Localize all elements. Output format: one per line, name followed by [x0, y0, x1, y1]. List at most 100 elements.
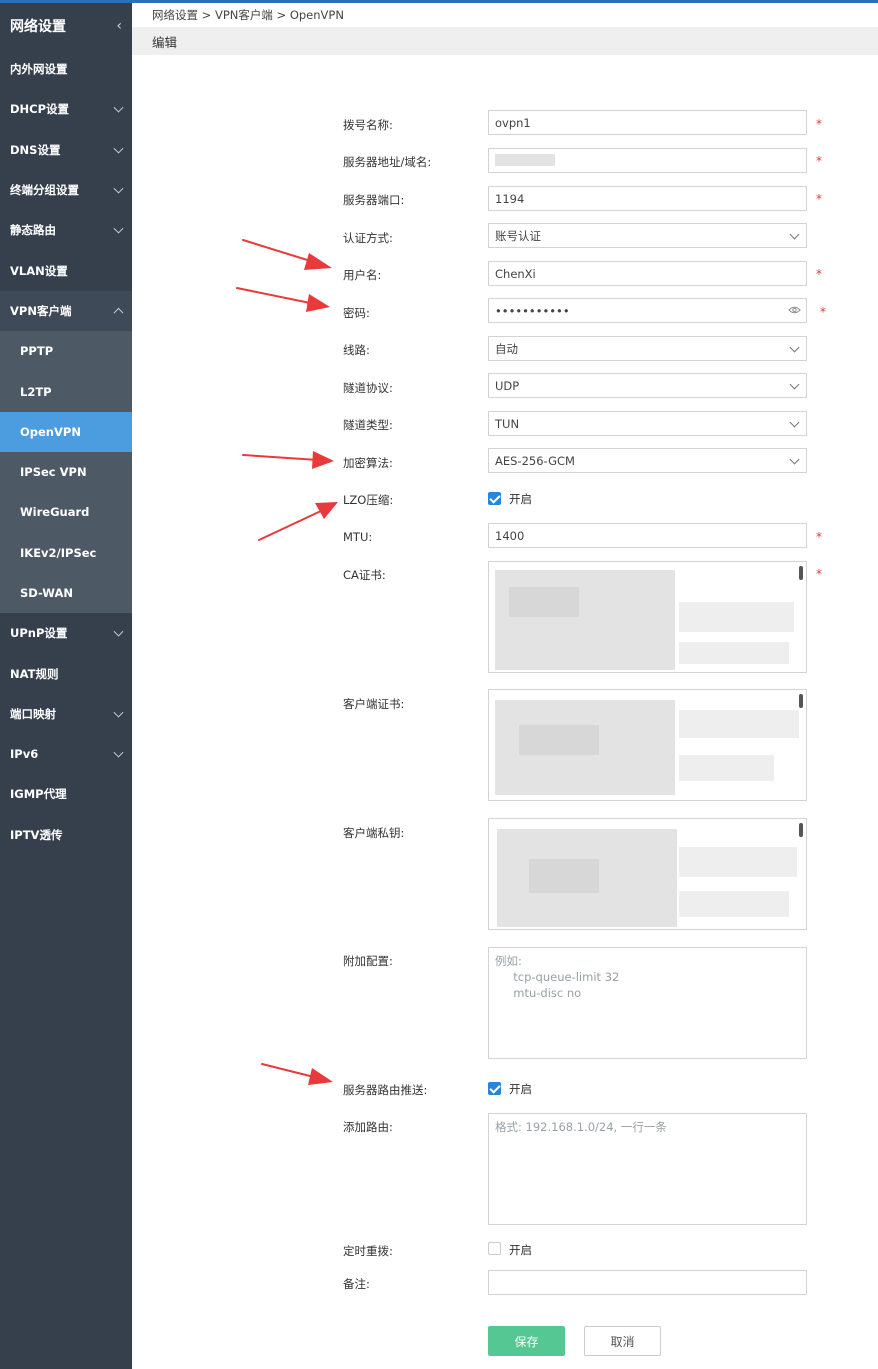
- sidebar-item-dhcp[interactable]: DHCP设置: [0, 89, 132, 129]
- remark-input[interactable]: [488, 1270, 807, 1295]
- password-value: •••••••••••: [495, 303, 570, 318]
- save-button[interactable]: 保存: [488, 1326, 565, 1356]
- redacted-blur: [679, 891, 789, 917]
- sidebar-item-nat[interactable]: NAT规则: [0, 653, 132, 693]
- extra-config-textarea[interactable]: 例如: tcp-queue-limit 32 mtu-disc no: [488, 947, 807, 1059]
- line-select[interactable]: 自动: [488, 336, 807, 361]
- redacted-blur: [519, 725, 599, 755]
- scrollbar[interactable]: [799, 566, 803, 580]
- sidebar-item-label: L2TP: [20, 384, 52, 399]
- sidebar-item-vpn-client[interactable]: VPN客户端: [0, 290, 132, 332]
- redacted-blur: [679, 755, 774, 781]
- chevron-down-icon: [113, 143, 124, 154]
- sidebar-item-label: OpenVPN: [20, 424, 81, 439]
- server-address-label: 服务器地址/域名:: [343, 155, 432, 169]
- lzo-checkbox[interactable]: [488, 492, 501, 505]
- sidebar-item-iptv[interactable]: IPTV透传: [0, 815, 132, 855]
- cipher-label: 加密算法:: [343, 456, 393, 470]
- password-label: 密码:: [343, 306, 370, 320]
- sidebar-item-pptp[interactable]: PPTP: [0, 331, 132, 371]
- redacted-blur: [679, 642, 789, 664]
- sidebar-header[interactable]: 网络设置 ‹: [0, 3, 132, 49]
- scrollbar[interactable]: [799, 694, 803, 708]
- chevron-down-icon: [789, 342, 800, 353]
- password-input[interactable]: •••••••••••: [488, 298, 807, 323]
- chevron-down-icon: [789, 379, 800, 390]
- sidebar-item-label: DHCP设置: [10, 102, 70, 117]
- sidebar-item-label: IGMP代理: [10, 787, 67, 802]
- breadcrumb-separator: >: [198, 8, 215, 22]
- redacted-blur: [679, 710, 799, 738]
- collapse-icon[interactable]: ‹: [116, 18, 122, 34]
- breadcrumb-item[interactable]: 网络设置: [152, 7, 198, 23]
- sidebar-item-lan-wan[interactable]: 内外网设置: [0, 49, 132, 89]
- sidebar-title: 网络设置: [10, 19, 66, 35]
- client-cert-label: 客户端证书:: [343, 697, 405, 711]
- server-address-input[interactable]: [488, 148, 807, 173]
- tunnel-protocol-select[interactable]: UDP: [488, 373, 807, 398]
- server-port-input[interactable]: 1194: [488, 186, 807, 211]
- sidebar-item-terminal-group[interactable]: 终端分组设置: [0, 170, 132, 210]
- sidebar-item-label: PPTP: [20, 344, 54, 359]
- redacted-blur: [495, 154, 555, 166]
- sidebar-item-label: 端口映射: [10, 706, 56, 721]
- sidebar-item-label: 内外网设置: [10, 62, 68, 77]
- sidebar-item-openvpn[interactable]: OpenVPN: [0, 411, 132, 452]
- sidebar-item-ipsec-vpn[interactable]: IPSec VPN: [0, 452, 132, 492]
- client-key-textarea[interactable]: [488, 818, 807, 930]
- required-mark: *: [816, 530, 822, 544]
- required-mark: *: [816, 567, 822, 581]
- sidebar-item-igmp[interactable]: IGMP代理: [0, 774, 132, 814]
- chevron-down-icon: [113, 183, 124, 194]
- route-push-checkbox[interactable]: [488, 1082, 501, 1095]
- chevron-down-icon: [789, 417, 800, 428]
- client-cert-textarea[interactable]: [488, 689, 807, 801]
- redacted-blur: [679, 847, 797, 877]
- username-input[interactable]: ChenXi: [488, 261, 807, 286]
- breadcrumb-item[interactable]: VPN客户端: [215, 7, 273, 23]
- sidebar-item-label: WireGuard: [20, 505, 90, 520]
- sidebar-item-label: IPTV透传: [10, 827, 63, 842]
- remark-label: 备注:: [343, 1277, 370, 1291]
- sidebar-item-vlan[interactable]: VLAN设置: [0, 250, 132, 290]
- sidebar-item-upnp[interactable]: UPnP设置: [0, 613, 132, 653]
- tunnel-protocol-label: 隧道协议:: [343, 381, 393, 395]
- redacted-blur: [495, 570, 675, 670]
- sidebar-item-label: IPv6: [10, 747, 39, 762]
- sidebar-item-port-mapping[interactable]: 端口映射: [0, 694, 132, 734]
- sidebar-item-label: 静态路由: [10, 223, 56, 238]
- sidebar-item-dns[interactable]: DNS设置: [0, 130, 132, 170]
- tunnel-type-select[interactable]: TUN: [488, 411, 807, 436]
- sidebar-item-label: IKEv2/IPSec: [20, 545, 97, 560]
- mtu-input[interactable]: 1400: [488, 523, 807, 548]
- sidebar-item-l2tp[interactable]: L2TP: [0, 371, 132, 411]
- redial-checkbox-label[interactable]: 开启: [509, 1242, 532, 1258]
- chevron-down-icon: [113, 707, 124, 718]
- redial-label: 定时重拨:: [343, 1244, 393, 1258]
- sidebar-item-wireguard[interactable]: WireGuard: [0, 492, 132, 532]
- breadcrumb: 网络设置 > VPN客户端 > OpenVPN: [132, 3, 878, 27]
- dial-name-input[interactable]: ovpn1: [488, 110, 807, 135]
- tunnel-protocol-value: UDP: [495, 378, 520, 393]
- sidebar-item-sd-wan[interactable]: SD-WAN: [0, 573, 132, 613]
- route-push-checkbox-label[interactable]: 开启: [509, 1081, 532, 1097]
- sidebar-item-label: SD-WAN: [20, 586, 73, 600]
- ca-cert-textarea[interactable]: [488, 561, 807, 673]
- lzo-label: LZO压缩:: [343, 493, 394, 507]
- auth-method-select[interactable]: 账号认证: [488, 223, 807, 248]
- add-route-label: 添加路由:: [343, 1120, 393, 1134]
- redial-checkbox[interactable]: [488, 1242, 501, 1255]
- line-value: 自动: [495, 341, 518, 356]
- sidebar-item-static-route[interactable]: 静态路由: [0, 210, 132, 250]
- lzo-checkbox-label[interactable]: 开启: [509, 491, 532, 507]
- line-label: 线路:: [343, 343, 370, 357]
- eye-icon[interactable]: [788, 305, 801, 315]
- add-route-textarea[interactable]: 格式: 192.168.1.0/24, 一行一条: [488, 1113, 807, 1225]
- required-mark: *: [816, 192, 822, 206]
- scrollbar[interactable]: [799, 823, 803, 837]
- sidebar-item-ikev2[interactable]: IKEv2/IPSec: [0, 533, 132, 573]
- cipher-select[interactable]: AES-256-GCM: [488, 448, 807, 473]
- cancel-button[interactable]: 取消: [584, 1326, 661, 1356]
- required-mark: *: [816, 117, 822, 131]
- sidebar-item-ipv6[interactable]: IPv6: [0, 734, 132, 774]
